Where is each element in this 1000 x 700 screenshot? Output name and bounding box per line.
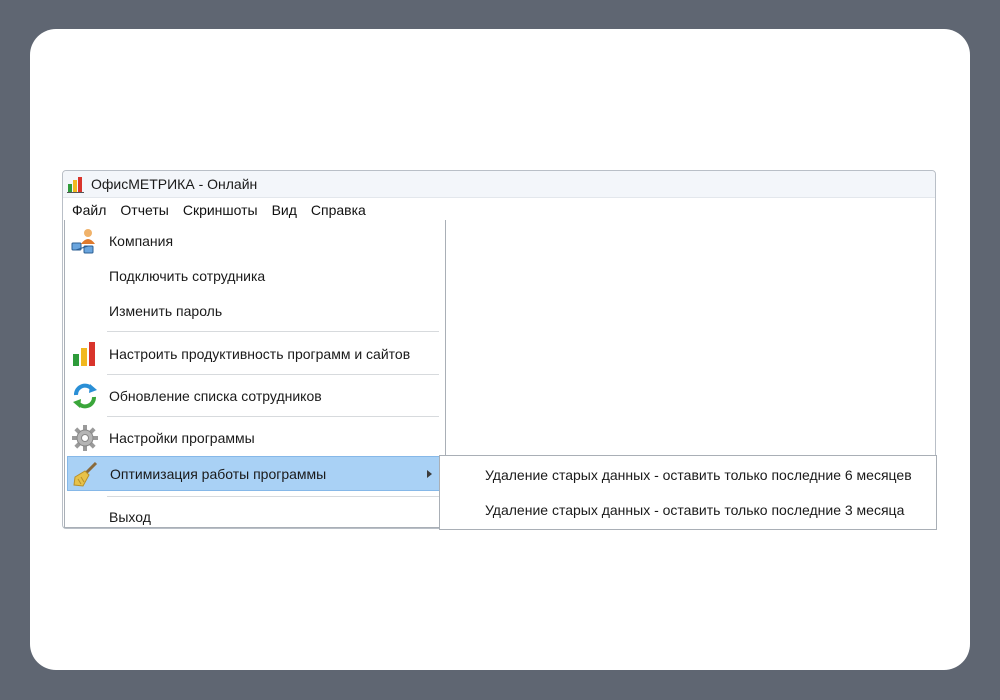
menu-item-label: Настроить продуктивность программ и сайт… [109, 346, 411, 362]
refresh-icon [69, 380, 101, 412]
menu-item-connect-employee[interactable]: Подключить сотрудника [67, 259, 441, 293]
menu-item-label: Изменить пароль [109, 303, 223, 319]
menu-view[interactable]: Вид [266, 200, 305, 220]
gear-icon [69, 422, 101, 454]
menu-item-label: Подключить сотрудника [109, 268, 266, 284]
menu-item-label: Компания [109, 233, 174, 249]
window-title: ОфисМЕТРИКА - Онлайн [91, 176, 258, 192]
broom-icon [70, 458, 102, 490]
menu-item-optimize-program[interactable]: Оптимизация работы программы [67, 456, 441, 491]
submenu-arrow-icon [427, 469, 432, 478]
menu-separator [107, 374, 439, 375]
menu-separator [107, 331, 439, 332]
menu-separator [107, 416, 439, 417]
menu-item-productivity-settings[interactable]: Настроить продуктивность программ и сайт… [67, 336, 441, 372]
submenu-item-keep-3-months[interactable]: Удаление старых данных - оставить только… [440, 493, 936, 527]
menu-file[interactable]: Файл [66, 200, 114, 220]
menu-item-label: Оптимизация работы программы [110, 465, 327, 482]
menu-separator [107, 496, 439, 497]
menu-item-company[interactable]: Компания [67, 224, 441, 258]
menu-bar: Файл Отчеты Скриншоты Вид Справка [63, 198, 935, 222]
bar-chart-icon [69, 338, 101, 370]
file-dropdown-menu: Компания Подключить сотрудника Изменить … [64, 220, 446, 528]
optimize-submenu: Удаление старых данных - оставить только… [439, 455, 937, 530]
menu-item-label: Обновление списка сотрудников [109, 388, 322, 404]
menu-item-refresh-employees[interactable]: Обновление списка сотрудников [67, 378, 441, 414]
menu-item-change-password[interactable]: Изменить пароль [67, 294, 441, 328]
menu-reports[interactable]: Отчеты [114, 200, 176, 220]
title-bar: ОфисМЕТРИКА - Онлайн [63, 171, 935, 198]
company-users-icon [69, 225, 101, 257]
bar-chart-icon [67, 175, 87, 193]
submenu-item-keep-6-months[interactable]: Удаление старых данных - оставить только… [440, 458, 936, 492]
menu-item-program-settings[interactable]: Настройки программы [67, 420, 441, 456]
menu-item-label: Настройки программы [109, 430, 255, 446]
menu-help[interactable]: Справка [305, 200, 374, 220]
menu-item-label: Выход [109, 509, 151, 525]
menu-item-exit[interactable]: Выход [67, 500, 441, 534]
menu-screenshots[interactable]: Скриншоты [177, 200, 266, 220]
